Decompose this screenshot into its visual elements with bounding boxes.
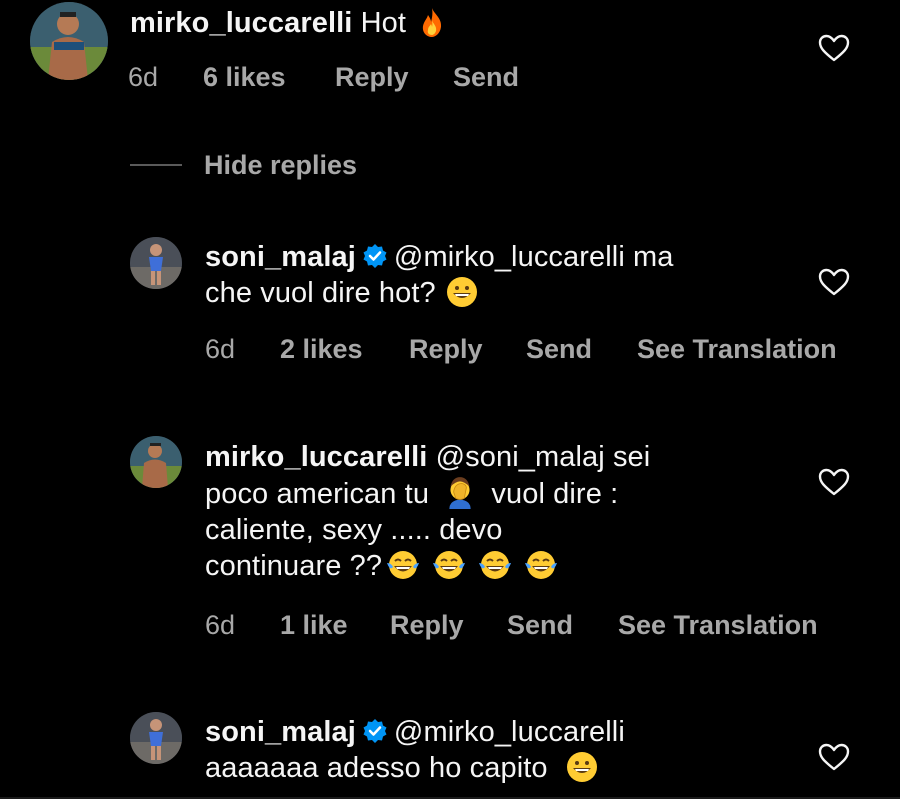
avatar-mirko[interactable]	[30, 2, 108, 80]
comment-text-line: @mirko_luccarelli ma	[393, 241, 674, 273]
comment-text-line: @soni_malaj sei	[435, 441, 651, 473]
comment-body: soni_malaj @mirko_luccarelli ma che vuol…	[205, 239, 674, 311]
heart-icon[interactable]	[818, 33, 850, 63]
comment-time: 6d	[128, 62, 159, 92]
comment-body: mirko_luccarelli @soni_malaj sei poco am…	[205, 439, 650, 584]
comment-text-line: aaaaaaa adesso ho capito	[205, 752, 548, 784]
comment-actions: 6d 6 likes Reply Send	[128, 62, 519, 93]
comment-username[interactable]: soni_malaj	[205, 241, 356, 273]
send-button[interactable]: Send	[526, 334, 637, 365]
avatar-mirko[interactable]	[130, 436, 182, 488]
fire-emoji	[423, 8, 442, 37]
comment-text-line: @mirko_luccarelli	[393, 716, 625, 748]
comment-body: mirko_luccarelli Hot	[130, 5, 448, 41]
likes-count[interactable]: 1 like	[280, 610, 390, 641]
grinning-emoji	[566, 752, 597, 782]
verified-badge-icon	[363, 244, 387, 268]
comment-time: 6d	[205, 610, 236, 640]
reply-button[interactable]: Reply	[390, 610, 507, 641]
comment-text-line: continuare ??	[205, 550, 383, 582]
send-button[interactable]: Send	[453, 62, 519, 93]
hide-replies-line	[130, 164, 182, 166]
heart-icon[interactable]	[818, 467, 850, 497]
see-translation-button[interactable]: See Translation	[637, 334, 837, 365]
comment-text-line: che vuol dire hot?	[205, 277, 436, 309]
likes-count[interactable]: 6 likes	[203, 62, 335, 93]
comment-time: 6d	[205, 334, 236, 364]
avatar-soni[interactable]	[130, 237, 182, 289]
verified-badge-icon	[363, 719, 387, 743]
comment-text: Hot	[360, 7, 407, 39]
reply-button[interactable]: Reply	[409, 334, 526, 365]
hide-replies-label[interactable]: Hide replies	[204, 150, 357, 181]
tears-of-joy-emoji	[479, 551, 512, 579]
comment-text-line: vuol dire :	[491, 478, 619, 510]
reply-button[interactable]: Reply	[335, 62, 453, 93]
grinning-emoji	[446, 277, 477, 307]
tears-of-joy-emoji	[433, 551, 466, 579]
comment-username[interactable]: soni_malaj	[205, 716, 356, 748]
avatar-soni[interactable]	[130, 712, 182, 764]
see-translation-button[interactable]: See Translation	[618, 610, 818, 641]
comment-actions: 6d 2 likes Reply Send See Translation	[205, 334, 837, 365]
comment-username[interactable]: mirko_luccarelli	[205, 441, 427, 473]
comment-text-line: caliente, sexy ..... devo	[205, 514, 503, 546]
hide-replies-toggle[interactable]: Hide replies	[130, 145, 357, 185]
facepalm-emoji	[449, 477, 471, 509]
heart-icon[interactable]	[818, 742, 850, 772]
tears-of-joy-emoji	[525, 551, 558, 579]
tears-of-joy-emoji	[387, 551, 420, 579]
send-button[interactable]: Send	[507, 610, 618, 641]
comment-text-line: poco american tu	[205, 478, 430, 510]
likes-count[interactable]: 2 likes	[280, 334, 409, 365]
comment-username[interactable]: mirko_luccarelli	[130, 7, 352, 39]
comment-actions: 6d 1 like Reply Send See Translation	[205, 610, 818, 641]
heart-icon[interactable]	[818, 267, 850, 297]
comment-body: soni_malaj @mirko_luccarelli aaaaaaa ade…	[205, 714, 625, 786]
